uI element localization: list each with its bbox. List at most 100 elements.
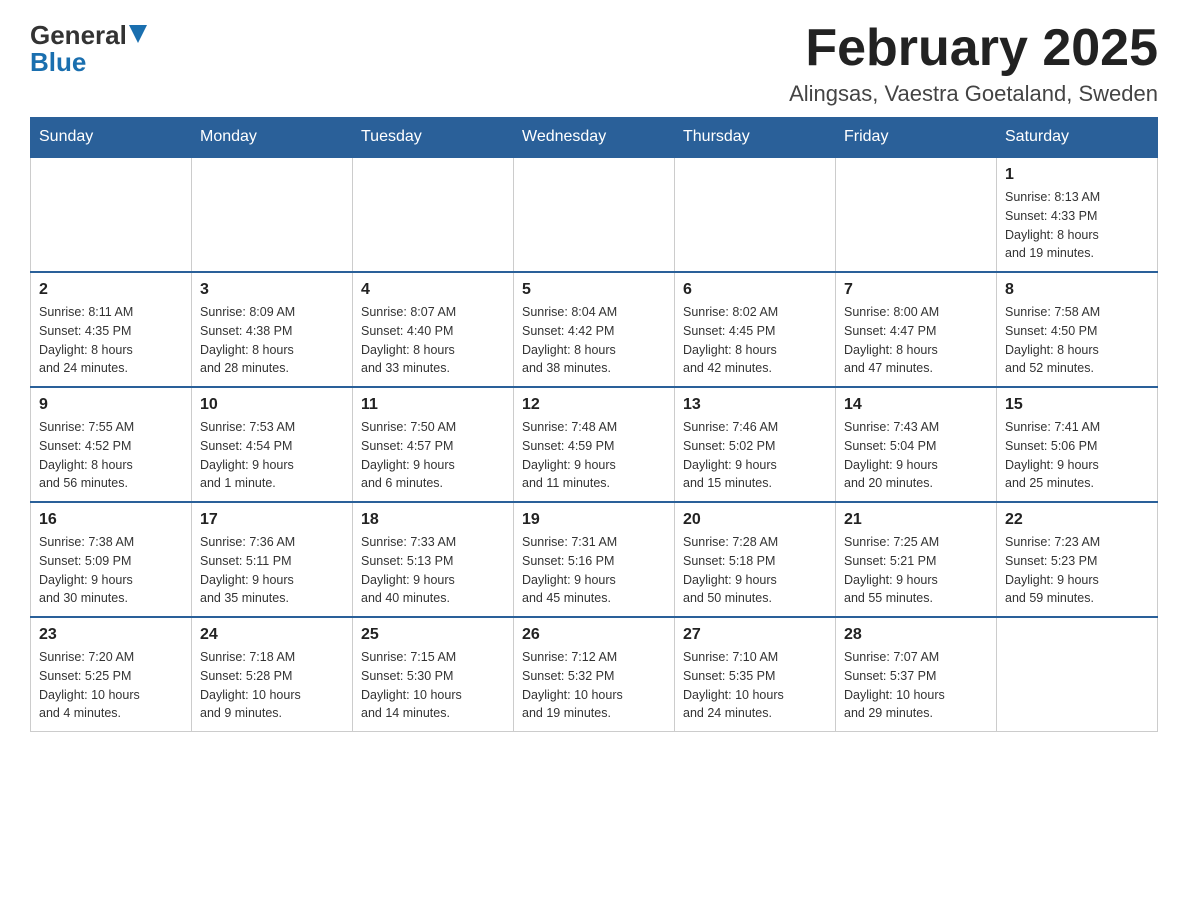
day-number: 7 [844, 281, 988, 299]
calendar-week-row: 23 Sunrise: 7:20 AMSunset: 5:25 PMDayligh… [31, 617, 1158, 732]
table-row [675, 157, 836, 272]
col-thursday: Thursday [675, 118, 836, 158]
day-number: 1 [1005, 166, 1149, 184]
day-info: Sunrise: 7:41 AMSunset: 5:06 PMDaylight:… [1005, 418, 1149, 493]
day-info: Sunrise: 8:13 AMSunset: 4:33 PMDaylight:… [1005, 188, 1149, 263]
col-monday: Monday [192, 118, 353, 158]
day-number: 13 [683, 396, 827, 414]
table-row: 20Sunrise: 7:28 AMSunset: 5:18 PMDayligh… [675, 502, 836, 617]
day-info: Sunrise: 8:09 AMSunset: 4:38 PMDaylight:… [200, 303, 344, 378]
table-row: 21 Sunrise: 7:25 AMSunset: 5:21 PMDayligh… [836, 502, 997, 617]
table-row: 18 Sunrise: 7:33 AMSunset: 5:13 PMDayligh… [353, 502, 514, 617]
day-number: 23 [39, 626, 183, 644]
table-row: 5 Sunrise: 8:04 AMSunset: 4:42 PMDaylight… [514, 272, 675, 387]
day-info: Sunrise: 7:48 AMSunset: 4:59 PMDaylight:… [522, 418, 666, 493]
day-number: 10 [200, 396, 344, 414]
table-row [514, 157, 675, 272]
table-row: 9 Sunrise: 7:55 AMSunset: 4:52 PMDaylight… [31, 387, 192, 502]
day-info: Sunrise: 7:55 AMSunset: 4:52 PMDaylight:… [39, 418, 183, 493]
month-title: February 2025 [789, 20, 1158, 77]
table-row: 19 Sunrise: 7:31 AMSunset: 5:16 PMDayligh… [514, 502, 675, 617]
day-number: 21 [844, 511, 988, 529]
calendar-table: Sunday Monday Tuesday Wednesday Thursday… [30, 117, 1158, 732]
table-row: 6 Sunrise: 8:02 AMSunset: 4:45 PMDaylight… [675, 272, 836, 387]
title-section: February 2025 Alingsas, Vaestra Goetalan… [789, 20, 1158, 107]
day-number: 26 [522, 626, 666, 644]
table-row [997, 617, 1158, 732]
table-row: 16 Sunrise: 7:38 AMSunset: 5:09 PMDayligh… [31, 502, 192, 617]
table-row: 4 Sunrise: 8:07 AMSunset: 4:40 PMDaylight… [353, 272, 514, 387]
col-saturday: Saturday [997, 118, 1158, 158]
day-number: 18 [361, 511, 505, 529]
day-number: 5 [522, 281, 666, 299]
col-tuesday: Tuesday [353, 118, 514, 158]
day-info: Sunrise: 7:15 AMSunset: 5:30 PMDaylight:… [361, 648, 505, 723]
table-row: 1 Sunrise: 8:13 AMSunset: 4:33 PMDaylight… [997, 157, 1158, 272]
day-info: Sunrise: 7:43 AMSunset: 5:04 PMDaylight:… [844, 418, 988, 493]
day-number: 19 [522, 511, 666, 529]
calendar-week-row: 16 Sunrise: 7:38 AMSunset: 5:09 PMDayligh… [31, 502, 1158, 617]
day-info: Sunrise: 7:58 AMSunset: 4:50 PMDaylight:… [1005, 303, 1149, 378]
day-number: 15 [1005, 396, 1149, 414]
table-row: 2 Sunrise: 8:11 AMSunset: 4:35 PMDaylight… [31, 272, 192, 387]
day-info: Sunrise: 7:31 AMSunset: 5:16 PMDaylight:… [522, 533, 666, 608]
table-row: 10 Sunrise: 7:53 AMSunset: 4:54 PMDayligh… [192, 387, 353, 502]
table-row [192, 157, 353, 272]
day-number: 27 [683, 626, 827, 644]
day-number: 22 [1005, 511, 1149, 529]
day-info: Sunrise: 7:46 AMSunset: 5:02 PMDaylight:… [683, 418, 827, 493]
day-info: Sunrise: 7:12 AMSunset: 5:32 PMDaylight:… [522, 648, 666, 723]
day-number: 12 [522, 396, 666, 414]
day-info: Sunrise: 8:07 AMSunset: 4:40 PMDaylight:… [361, 303, 505, 378]
table-row: 26 Sunrise: 7:12 AMSunset: 5:32 PMDayligh… [514, 617, 675, 732]
day-info: Sunrise: 7:38 AMSunset: 5:09 PMDaylight:… [39, 533, 183, 608]
table-row: 3 Sunrise: 8:09 AMSunset: 4:38 PMDaylight… [192, 272, 353, 387]
table-row [836, 157, 997, 272]
table-row [353, 157, 514, 272]
day-number: 11 [361, 396, 505, 414]
day-info: Sunrise: 7:20 AMSunset: 5:25 PMDaylight:… [39, 648, 183, 723]
day-number: 17 [200, 511, 344, 529]
table-row [31, 157, 192, 272]
table-row: 12 Sunrise: 7:48 AMSunset: 4:59 PMDayligh… [514, 387, 675, 502]
logo-blue: Blue [30, 47, 86, 78]
day-number: 20 [683, 511, 827, 529]
table-row: 15 Sunrise: 7:41 AMSunset: 5:06 PMDayligh… [997, 387, 1158, 502]
day-info: Sunrise: 7:36 AMSunset: 5:11 PMDaylight:… [200, 533, 344, 608]
day-number: 3 [200, 281, 344, 299]
day-number: 4 [361, 281, 505, 299]
calendar-week-row: 1 Sunrise: 8:13 AMSunset: 4:33 PMDaylight… [31, 157, 1158, 272]
day-info: Sunrise: 7:10 AMSunset: 5:35 PMDaylight:… [683, 648, 827, 723]
day-number: 9 [39, 396, 183, 414]
day-info: Sunrise: 7:18 AMSunset: 5:28 PMDaylight:… [200, 648, 344, 723]
day-info: Sunrise: 7:33 AMSunset: 5:13 PMDaylight:… [361, 533, 505, 608]
table-row: 24 Sunrise: 7:18 AMSunset: 5:28 PMDayligh… [192, 617, 353, 732]
day-number: 24 [200, 626, 344, 644]
logo: General Blue [30, 20, 147, 78]
table-row: 8Sunrise: 7:58 AMSunset: 4:50 PMDaylight… [997, 272, 1158, 387]
day-info: Sunrise: 7:07 AMSunset: 5:37 PMDaylight:… [844, 648, 988, 723]
table-row: 27 Sunrise: 7:10 AMSunset: 5:35 PMDayligh… [675, 617, 836, 732]
day-number: 25 [361, 626, 505, 644]
day-info: Sunrise: 8:00 AMSunset: 4:47 PMDaylight:… [844, 303, 988, 378]
table-row: 7 Sunrise: 8:00 AMSunset: 4:47 PMDaylight… [836, 272, 997, 387]
day-number: 2 [39, 281, 183, 299]
day-info: Sunrise: 7:25 AMSunset: 5:21 PMDaylight:… [844, 533, 988, 608]
calendar-header-row: Sunday Monday Tuesday Wednesday Thursday… [31, 118, 1158, 158]
logo-triangle-icon [129, 25, 147, 47]
table-row: 25 Sunrise: 7:15 AMSunset: 5:30 PMDayligh… [353, 617, 514, 732]
day-number: 6 [683, 281, 827, 299]
day-info: Sunrise: 7:53 AMSunset: 4:54 PMDaylight:… [200, 418, 344, 493]
col-sunday: Sunday [31, 118, 192, 158]
day-number: 16 [39, 511, 183, 529]
day-info: Sunrise: 8:11 AMSunset: 4:35 PMDaylight:… [39, 303, 183, 378]
day-info: Sunrise: 8:02 AMSunset: 4:45 PMDaylight:… [683, 303, 827, 378]
table-row: 13 Sunrise: 7:46 AMSunset: 5:02 PMDayligh… [675, 387, 836, 502]
day-info: Sunrise: 8:04 AMSunset: 4:42 PMDaylight:… [522, 303, 666, 378]
table-row: 28Sunrise: 7:07 AMSunset: 5:37 PMDayligh… [836, 617, 997, 732]
table-row: 17 Sunrise: 7:36 AMSunset: 5:11 PMDayligh… [192, 502, 353, 617]
day-info: Sunrise: 7:50 AMSunset: 4:57 PMDaylight:… [361, 418, 505, 493]
table-row: 22Sunrise: 7:23 AMSunset: 5:23 PMDayligh… [997, 502, 1158, 617]
table-row: 23 Sunrise: 7:20 AMSunset: 5:25 PMDayligh… [31, 617, 192, 732]
table-row: 11 Sunrise: 7:50 AMSunset: 4:57 PMDayligh… [353, 387, 514, 502]
